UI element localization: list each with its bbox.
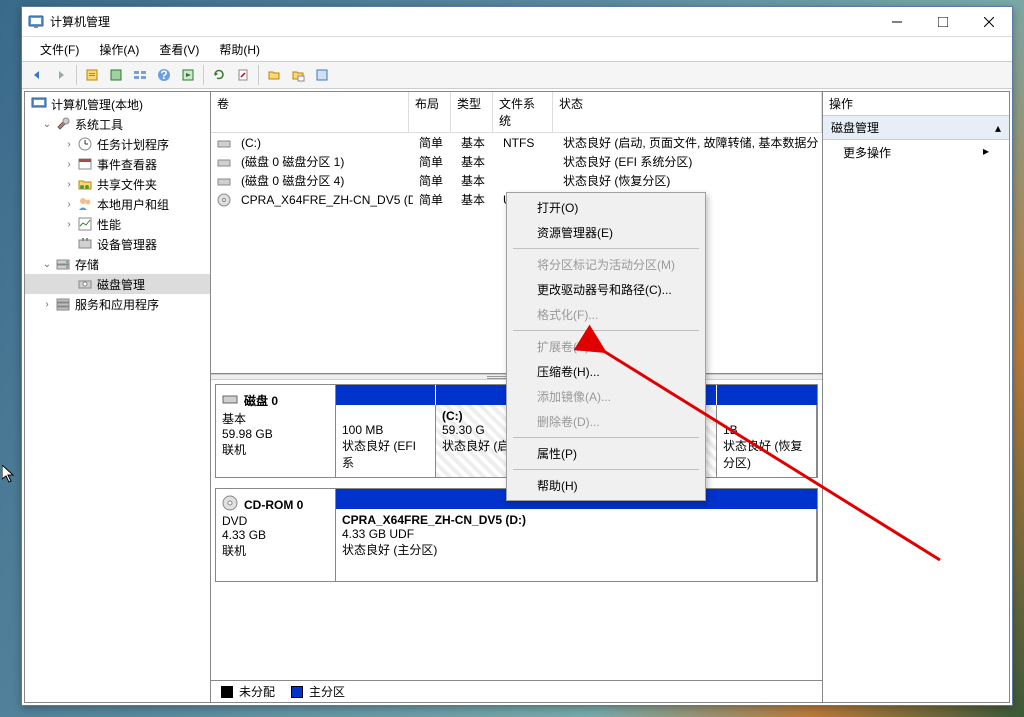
actions-more[interactable]: 更多操作 ▸ xyxy=(823,140,1009,165)
run-button[interactable] xyxy=(177,64,199,86)
tree-event-viewer[interactable]: › 事件查看器 xyxy=(25,154,210,174)
ctx-shrink[interactable]: 压缩卷(H)... xyxy=(509,359,703,384)
event-icon xyxy=(77,156,93,172)
partition-efi[interactable]: 100 MB 状态良好 (EFI 系 xyxy=(336,405,436,477)
view-list-button[interactable] xyxy=(105,64,127,86)
tree-storage[interactable]: ⌄ 存储 xyxy=(25,254,210,274)
cdrom-label[interactable]: CD-ROM 0 DVD 4.33 GB 联机 xyxy=(216,489,336,581)
chevron-up-icon: ▴ xyxy=(995,121,1001,135)
actions-panel: 操作 磁盘管理 ▴ 更多操作 ▸ xyxy=(823,92,1009,702)
menu-action[interactable]: 操作(A) xyxy=(89,38,149,61)
ctx-open[interactable]: 打开(O) xyxy=(509,195,703,220)
col-type[interactable]: 类型 xyxy=(451,92,493,132)
expand-icon[interactable]: › xyxy=(41,299,53,310)
volume-row[interactable]: (磁盘 0 磁盘分区 4) 简单 基本 状态良好 (恢复分区) xyxy=(211,171,822,190)
chevron-right-icon: ▸ xyxy=(983,144,989,161)
legend: 未分配 主分区 xyxy=(211,680,822,702)
cdrom-row: CD-ROM 0 DVD 4.33 GB 联机 CPRA_X64FRE_ZH-C… xyxy=(215,488,818,582)
expand-icon[interactable]: › xyxy=(63,139,75,150)
partition-recovery[interactable]: 1B 状态良好 (恢复分区) xyxy=(717,405,817,477)
tree-system-tools[interactable]: ⌄ 系统工具 xyxy=(25,114,210,134)
maximize-button[interactable] xyxy=(920,8,966,36)
tree-task-scheduler[interactable]: › 任务计划程序 xyxy=(25,134,210,154)
disk-icon xyxy=(77,276,93,292)
tree-performance[interactable]: › 性能 xyxy=(25,214,210,234)
actions-header: 操作 xyxy=(823,92,1009,116)
ctx-mark-active: 将分区标记为活动分区(M) xyxy=(509,252,703,277)
ctx-extend: 扩展卷(X)... xyxy=(509,334,703,359)
menu-help[interactable]: 帮助(H) xyxy=(209,38,270,61)
toolbar: ? xyxy=(22,61,1012,89)
col-fs[interactable]: 文件系统 xyxy=(493,92,553,132)
tree-services[interactable]: › 服务和应用程序 xyxy=(25,294,210,314)
folder-open-button[interactable] xyxy=(287,64,309,86)
ctx-explorer[interactable]: 资源管理器(E) xyxy=(509,220,703,245)
col-layout[interactable]: 布局 xyxy=(409,92,451,132)
nav-tree[interactable]: 计算机管理(本地) ⌄ 系统工具 › 任务计划程序 › 事件查看器 › 共享文件… xyxy=(25,92,211,702)
ctx-help[interactable]: 帮助(H) xyxy=(509,473,703,498)
menubar: 文件(F) 操作(A) 查看(V) 帮助(H) xyxy=(22,37,1012,61)
storage-icon xyxy=(55,256,71,272)
menu-view[interactable]: 查看(V) xyxy=(149,38,209,61)
close-button[interactable] xyxy=(966,8,1012,36)
tree-disk-management[interactable]: › 磁盘管理 xyxy=(25,274,210,294)
properties-button[interactable] xyxy=(232,64,254,86)
up-button[interactable] xyxy=(81,64,103,86)
collapse-icon[interactable]: ⌄ xyxy=(41,119,53,130)
forward-button[interactable] xyxy=(50,64,72,86)
col-volume[interactable]: 卷 xyxy=(211,92,409,132)
volume-row[interactable]: (C:) 简单 基本 NTFS 状态良好 (启动, 页面文件, 故障转储, 基本… xyxy=(211,133,822,152)
legend-unalloc-swatch xyxy=(221,686,233,698)
shared-icon xyxy=(77,176,93,192)
collapse-icon[interactable]: ⌄ xyxy=(41,259,53,270)
window-title: 计算机管理 xyxy=(50,13,874,30)
perf-icon xyxy=(77,216,93,232)
drive-icon xyxy=(217,136,231,150)
minimize-button[interactable] xyxy=(874,8,920,36)
ctx-format: 格式化(F)... xyxy=(509,302,703,327)
expand-icon[interactable]: › xyxy=(63,219,75,230)
help-button[interactable]: ? xyxy=(153,64,175,86)
refresh-button[interactable] xyxy=(208,64,230,86)
tree-root[interactable]: 计算机管理(本地) xyxy=(25,94,210,114)
export-button[interactable] xyxy=(311,64,333,86)
disc-icon xyxy=(222,495,238,514)
tree-shared-folders[interactable]: › 共享文件夹 xyxy=(25,174,210,194)
context-menu: 打开(O) 资源管理器(E) 将分区标记为活动分区(M) 更改驱动器号和路径(C… xyxy=(506,192,706,501)
clock-icon xyxy=(77,136,93,152)
ctx-delete: 删除卷(D)... xyxy=(509,409,703,434)
actions-diskmgmt[interactable]: 磁盘管理 ▴ xyxy=(823,116,1009,140)
menu-file[interactable]: 文件(F) xyxy=(30,38,89,61)
expand-icon[interactable]: › xyxy=(63,159,75,170)
tools-icon xyxy=(55,116,71,132)
tree-device-manager[interactable]: › 设备管理器 xyxy=(25,234,210,254)
col-status[interactable]: 状态 xyxy=(553,92,822,132)
services-icon xyxy=(55,296,71,312)
app-icon xyxy=(28,14,44,30)
svg-text:?: ? xyxy=(160,68,167,82)
device-icon xyxy=(77,236,93,252)
volume-header: 卷 布局 类型 文件系统 状态 xyxy=(211,92,822,133)
users-icon xyxy=(77,196,93,212)
ctx-change-drive-letter[interactable]: 更改驱动器号和路径(C)... xyxy=(509,277,703,302)
view-grid-button[interactable] xyxy=(129,64,151,86)
expand-icon[interactable]: › xyxy=(63,199,75,210)
expand-icon[interactable]: › xyxy=(63,179,75,190)
drive-icon xyxy=(217,174,231,188)
disk-icon xyxy=(222,391,238,410)
disc-icon xyxy=(217,193,231,207)
computer-icon xyxy=(31,96,47,112)
ctx-properties[interactable]: 属性(P) xyxy=(509,441,703,466)
legend-primary-swatch xyxy=(291,686,303,698)
volume-row[interactable]: (磁盘 0 磁盘分区 1) 简单 基本 状态良好 (EFI 系统分区) xyxy=(211,152,822,171)
drive-icon xyxy=(217,155,231,169)
folder-button[interactable] xyxy=(263,64,285,86)
tree-local-users[interactable]: › 本地用户和组 xyxy=(25,194,210,214)
ctx-mirror: 添加镜像(A)... xyxy=(509,384,703,409)
partition-d[interactable]: CPRA_X64FRE_ZH-CN_DV5 (D:) 4.33 GB UDF 状… xyxy=(336,509,817,581)
disk-0-label[interactable]: 磁盘 0 基本 59.98 GB 联机 xyxy=(216,385,336,477)
titlebar: 计算机管理 xyxy=(22,7,1012,37)
back-button[interactable] xyxy=(26,64,48,86)
